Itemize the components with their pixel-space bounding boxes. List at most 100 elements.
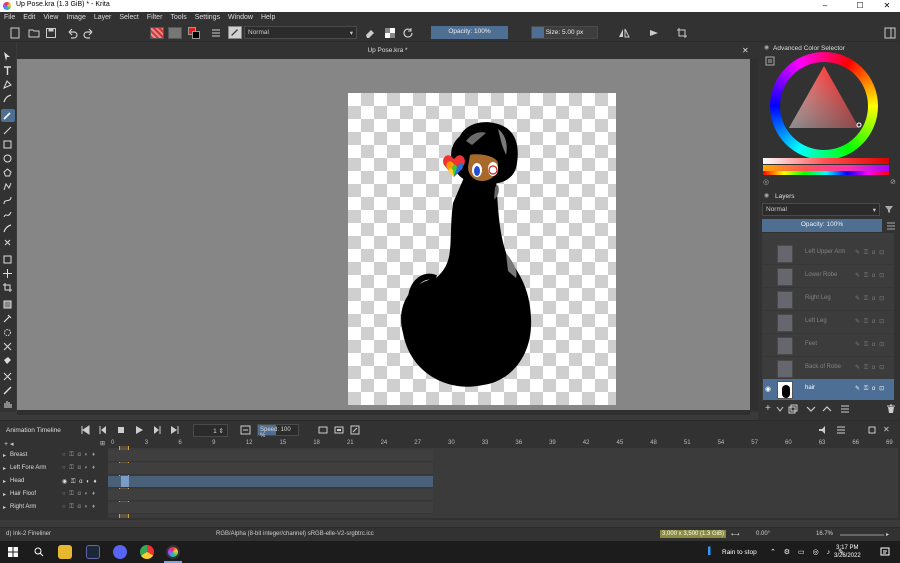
wrap-around-icon[interactable] xyxy=(676,27,688,39)
menu-select[interactable]: Select xyxy=(115,12,142,21)
layers-docker-close-icon[interactable]: ◉ xyxy=(764,192,769,199)
blend-mode-select[interactable]: Normal ▾ xyxy=(244,26,357,39)
track-arrow-icon[interactable]: ▸ xyxy=(3,478,6,485)
play-icon[interactable] xyxy=(134,425,144,435)
measure-tool-icon[interactable] xyxy=(3,386,12,395)
text-tool-icon[interactable] xyxy=(3,66,12,75)
workspace-icon[interactable] xyxy=(884,27,896,39)
move-layer-up-icon[interactable] xyxy=(822,404,832,414)
track-controls-icons[interactable]: ○ ⚿ α ◐ ♦ xyxy=(62,491,96,498)
steam-icon[interactable] xyxy=(86,545,100,559)
track-frames-active[interactable] xyxy=(108,476,433,488)
bezier-tool-icon[interactable] xyxy=(3,196,12,205)
track-name[interactable]: Left Fore Arm xyxy=(10,465,46,471)
timeline-settings-icon[interactable] xyxy=(836,425,846,435)
layer-row[interactable]: Right Leg ✎ ⚿ α ⊡ xyxy=(763,289,894,311)
crop-tool-icon[interactable] xyxy=(3,283,12,292)
gradient-swatch-icon[interactable] xyxy=(150,27,164,39)
artboard[interactable] xyxy=(348,93,616,405)
transform-tool-icon[interactable] xyxy=(3,255,12,264)
maximize-button[interactable]: ☐ xyxy=(845,0,875,12)
layer-row[interactable]: Back of Robe ✎ ⚿ α ⊡ xyxy=(763,358,894,380)
weather-text[interactable]: Rain to stop xyxy=(722,549,757,556)
track-name[interactable]: Right Arm xyxy=(10,504,36,510)
previous-frame-icon[interactable] xyxy=(98,425,108,435)
brush-name[interactable]: d) Ink-2 Fineliner xyxy=(6,531,51,537)
close-button[interactable]: ✕ xyxy=(872,0,900,12)
layer-property-icons[interactable]: ✎ ⚿ α ⊡ xyxy=(855,341,885,349)
new-document-icon[interactable] xyxy=(9,27,21,39)
hue-bar[interactable] xyxy=(763,171,889,175)
menu-help[interactable]: Help xyxy=(257,12,279,21)
menu-window[interactable]: Window xyxy=(224,12,257,21)
reload-preset-icon[interactable] xyxy=(402,27,414,39)
zoom-slider[interactable] xyxy=(840,534,884,536)
alpha-lock-icon[interactable] xyxy=(384,27,396,39)
select-shapes-tool-icon[interactable] xyxy=(3,52,12,61)
track-frames[interactable] xyxy=(108,450,433,462)
pan-tool-icon[interactable] xyxy=(3,400,12,409)
menu-edit[interactable]: Edit xyxy=(19,12,39,21)
color-history-icon[interactable]: ◎ xyxy=(763,178,769,186)
pattern-swatch-icon[interactable] xyxy=(168,27,182,39)
discord-icon[interactable] xyxy=(113,545,127,559)
fg-bg-color-icon[interactable] xyxy=(188,27,200,39)
opacity-slider[interactable]: Opacity: 100% xyxy=(431,26,508,39)
polygon-tool-icon[interactable] xyxy=(3,168,12,177)
brush-settings-icon[interactable] xyxy=(210,27,222,39)
windows-start-icon[interactable] xyxy=(8,547,18,557)
delete-layer-icon[interactable] xyxy=(886,404,896,414)
line-tool-icon[interactable] xyxy=(3,126,12,135)
menu-image[interactable]: Image xyxy=(62,12,89,21)
notifications-icon[interactable] xyxy=(880,547,890,557)
track-name[interactable]: Breast xyxy=(10,452,27,458)
track-name[interactable]: Hair Floof xyxy=(10,491,36,497)
rotation-value[interactable]: 0.00° xyxy=(756,531,770,537)
redo-icon[interactable] xyxy=(83,27,95,39)
stop-icon[interactable] xyxy=(116,425,126,435)
red-gradient-bar[interactable] xyxy=(763,158,889,164)
track-arrow-icon[interactable]: ▸ xyxy=(3,491,6,498)
move-tool-icon[interactable] xyxy=(3,269,12,278)
track-frames[interactable] xyxy=(108,463,433,475)
auto-key-icon[interactable] xyxy=(350,425,360,435)
zoom-slider-handle-icon[interactable]: ▸ xyxy=(886,531,889,538)
menu-file[interactable]: File xyxy=(0,12,19,21)
freehand-brush-tool-active[interactable] xyxy=(1,109,15,122)
track-arrow-icon[interactable]: ▸ xyxy=(3,504,6,511)
docker-close-icon[interactable]: ◉ xyxy=(764,44,769,51)
next-frame-icon[interactable] xyxy=(152,425,162,435)
color-triangle[interactable] xyxy=(779,60,869,140)
assistant-tool-icon[interactable] xyxy=(3,342,12,351)
drop-frames-icon[interactable] xyxy=(334,425,344,435)
menu-filter[interactable]: Filter xyxy=(143,12,167,21)
layer-property-icons[interactable]: ✎ ⚿ α ⊡ xyxy=(855,249,885,257)
track-arrow-icon[interactable]: ▸ xyxy=(3,452,6,459)
menu-layer[interactable]: Layer xyxy=(90,12,116,21)
horizontal-scrollbar[interactable] xyxy=(17,410,750,415)
first-frame-icon[interactable] xyxy=(80,425,90,435)
track-controls-icons[interactable]: ○ ⚿ α ◐ ♦ xyxy=(62,452,96,459)
speed-settings-icon[interactable] xyxy=(240,425,251,435)
color-picker-tool-icon[interactable] xyxy=(3,314,12,323)
undo-icon[interactable] xyxy=(66,27,78,39)
rectangle-tool-icon[interactable] xyxy=(3,140,12,149)
layer-opacity-slider[interactable]: Opacity: 100% xyxy=(762,219,882,232)
layer-property-icons[interactable]: ✎ ⚿ α ⊡ xyxy=(855,272,885,280)
add-layer-icon[interactable]: + xyxy=(765,403,771,414)
chrome-icon[interactable] xyxy=(140,545,154,559)
speed-slider[interactable]: Speed: 100 % xyxy=(257,424,299,439)
layer-blend-mode-select[interactable]: Normal ▾ xyxy=(762,203,880,216)
selection-tool-icon[interactable] xyxy=(3,372,12,381)
minimize-button[interactable]: – xyxy=(810,0,840,12)
track-name[interactable]: Head xyxy=(10,478,24,484)
keyframe[interactable] xyxy=(121,476,129,487)
weather-icon[interactable]: ▌ xyxy=(708,548,713,555)
add-track-icon[interactable]: + ◂ xyxy=(4,440,14,448)
color-settings-icon[interactable] xyxy=(765,56,775,66)
ellipse-tool-icon[interactable] xyxy=(3,154,12,163)
menu-tools[interactable]: Tools xyxy=(166,12,190,21)
size-slider[interactable]: Size: 5.00 px xyxy=(531,26,598,39)
gradient-tool-icon[interactable] xyxy=(3,300,12,309)
track-controls-icons[interactable]: ○ ⚿ α ◐ ♦ xyxy=(62,504,96,511)
